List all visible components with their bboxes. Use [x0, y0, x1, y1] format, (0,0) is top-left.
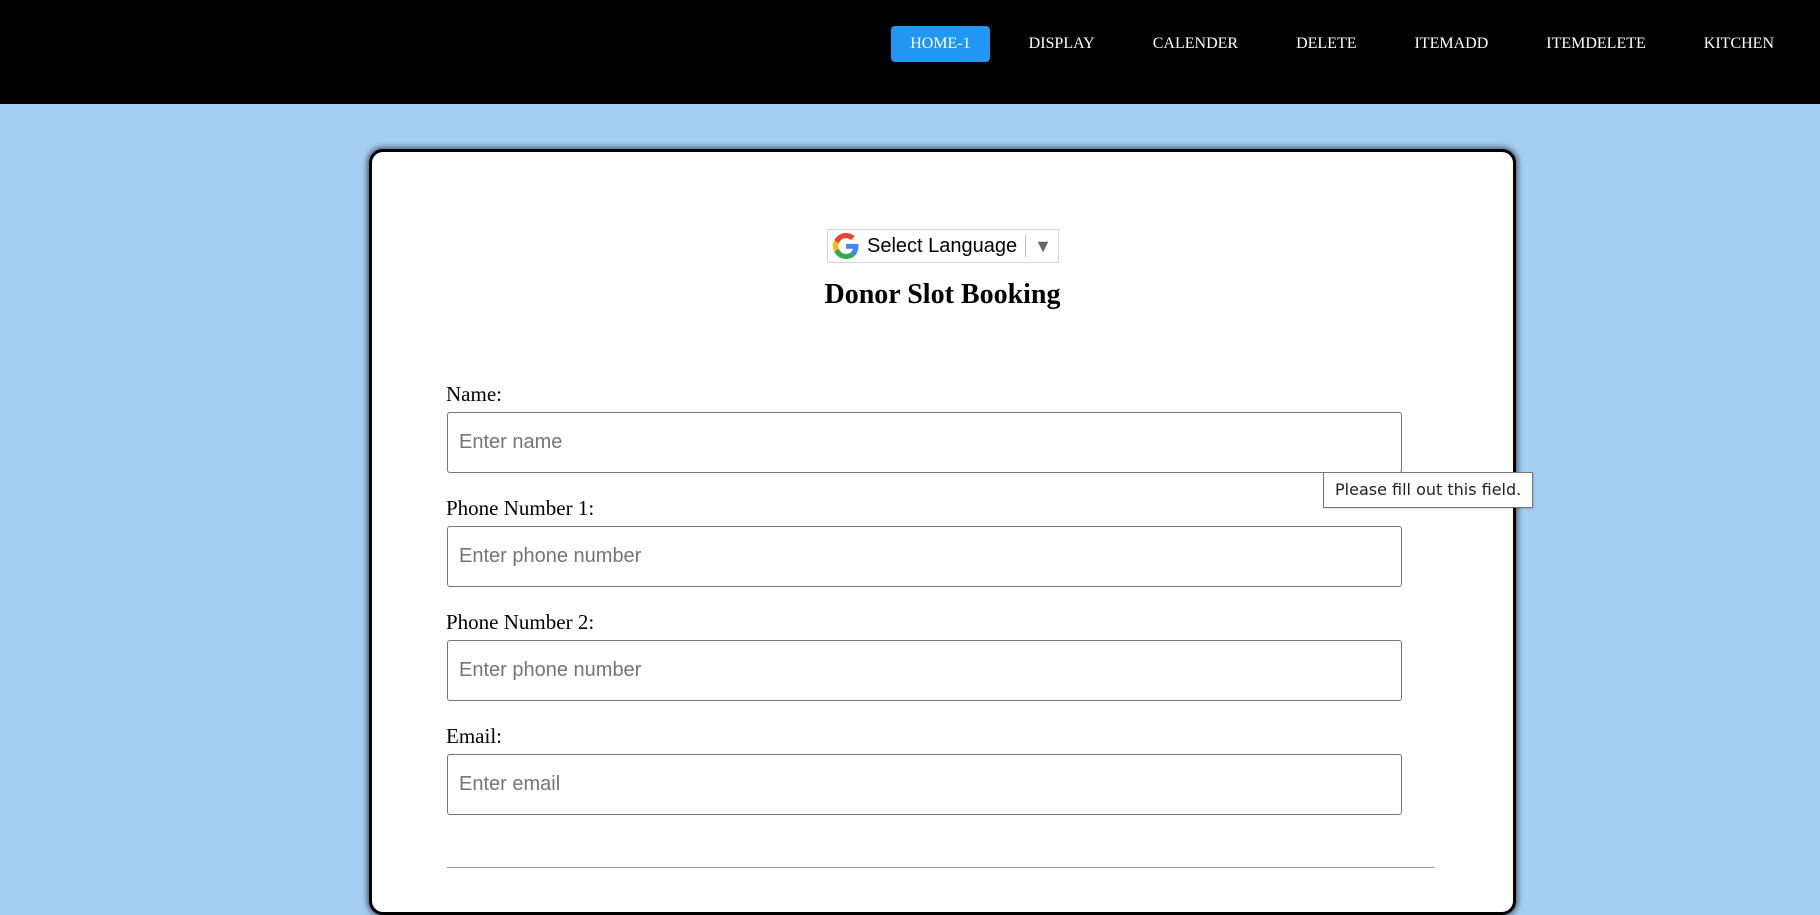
language-select[interactable]: Select Language ▼: [827, 229, 1059, 263]
validation-tooltip: Please fill out this field.: [1323, 472, 1534, 508]
phone-1-input[interactable]: [447, 526, 1402, 587]
nav-item-kitchen[interactable]: KITCHEN: [1685, 26, 1793, 62]
nav-menu: HOME-1 DISPLAY CALENDER DELETE ITEMADD I…: [891, 26, 1820, 62]
nav-item-itemadd[interactable]: ITEMADD: [1395, 26, 1507, 62]
language-select-divider: [1025, 235, 1027, 257]
email-input[interactable]: [447, 754, 1402, 815]
name-label: Name:: [446, 382, 502, 406]
nav-item-itemdelete[interactable]: ITEMDELETE: [1527, 26, 1665, 62]
page-title: Donor Slot Booking: [824, 279, 1061, 310]
language-select-label: Select Language: [867, 234, 1018, 257]
nav-item-home-1[interactable]: HOME-1: [891, 26, 990, 62]
email-label: Email:: [446, 724, 502, 748]
nav-item-calender[interactable]: CALENDER: [1134, 26, 1257, 62]
top-navbar: HOME-1 DISPLAY CALENDER DELETE ITEMADD I…: [0, 0, 1820, 104]
booking-form-card: Select Language ▼ Donor Slot Booking Nam…: [369, 149, 1516, 915]
nav-item-display[interactable]: DISPLAY: [1010, 26, 1114, 62]
nav-item-delete[interactable]: DELETE: [1277, 26, 1375, 62]
phone-2-label: Phone Number 2:: [446, 610, 595, 634]
form-divider: [447, 867, 1435, 868]
name-input[interactable]: [447, 412, 1402, 473]
phone-2-input[interactable]: [447, 640, 1402, 701]
dropdown-arrow-icon: ▼: [1034, 235, 1052, 256]
google-g-icon: [833, 233, 859, 259]
phone-1-label: Phone Number 1:: [446, 496, 595, 520]
